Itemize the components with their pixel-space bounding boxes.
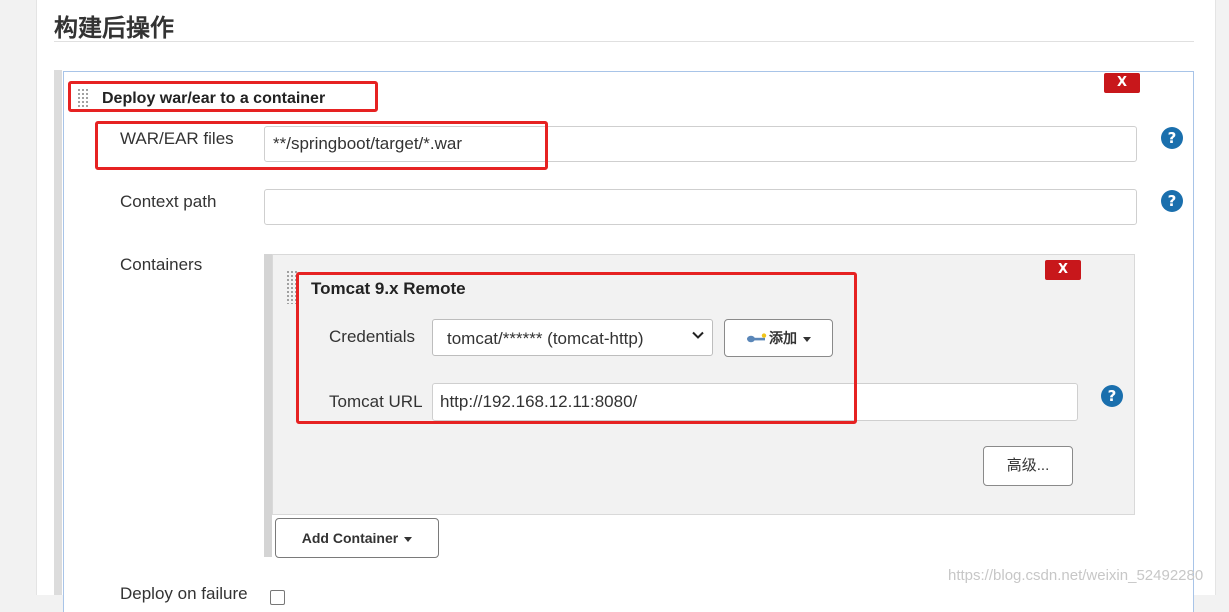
context-path-label: Context path: [120, 192, 217, 211]
containers-label: Containers: [120, 255, 203, 274]
add-container-button[interactable]: Add Container: [275, 518, 439, 558]
advanced-button[interactable]: 高级...: [983, 446, 1073, 486]
delete-deploy-button[interactable]: X: [1104, 73, 1140, 93]
section-divider: [54, 41, 1194, 42]
caret-down-icon: [404, 536, 413, 542]
section-title: 构建后操作: [54, 14, 174, 42]
help-icon[interactable]: ?: [1101, 385, 1123, 407]
annotation-box: [95, 121, 548, 170]
annotation-box: [296, 272, 857, 424]
add-container-label: Add Container: [301, 530, 399, 546]
container-gutter: [264, 254, 272, 557]
help-icon[interactable]: ?: [1161, 127, 1183, 149]
deploy-on-failure-label: Deploy on failure: [120, 584, 248, 603]
context-path-input[interactable]: [264, 189, 1137, 225]
help-icon[interactable]: ?: [1161, 190, 1183, 212]
watermark: https://blog.csdn.net/weixin_52492280: [948, 567, 1204, 584]
delete-container-button[interactable]: X: [1045, 260, 1081, 280]
deploy-on-failure-checkbox[interactable]: [270, 590, 285, 605]
annotation-box: [68, 81, 378, 112]
panel-gutter: [54, 70, 62, 595]
